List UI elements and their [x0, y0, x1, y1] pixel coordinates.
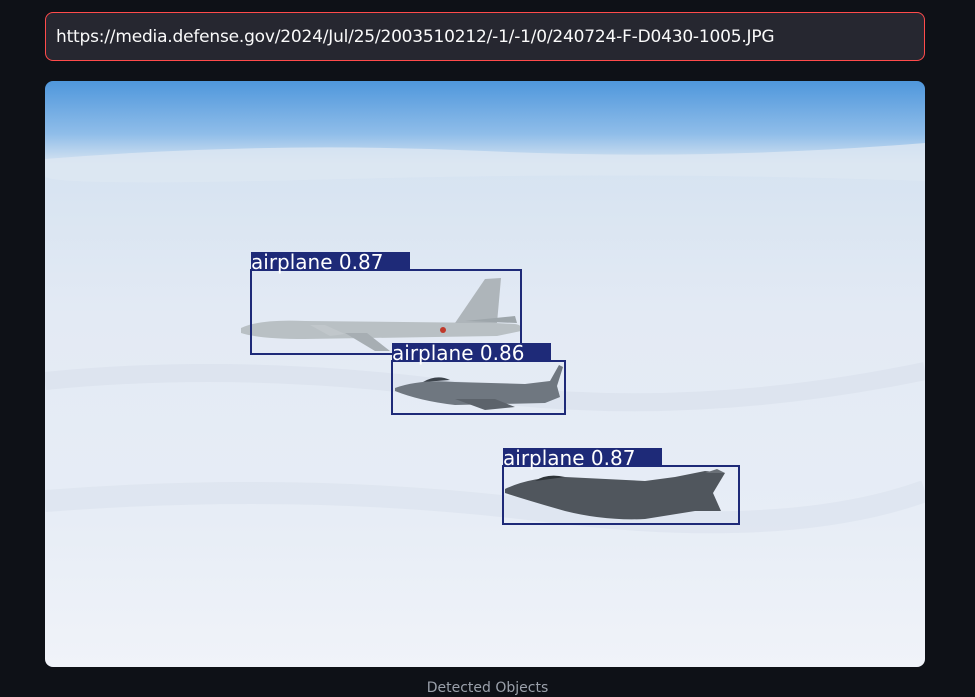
url-input[interactable] — [46, 13, 924, 60]
image-caption: Detected Objects — [426, 680, 549, 696]
annotated-photo: airplane 0.87 airplane 0.86 airplane 0.8… — [45, 81, 925, 667]
url-bar[interactable] — [45, 12, 925, 61]
detection-label: airplane 0.86 — [392, 341, 524, 365]
detection-label: airplane 0.87 — [251, 250, 383, 274]
detection-label: airplane 0.87 — [503, 446, 635, 470]
detection-image: airplane 0.87 airplane 0.86 airplane 0.8… — [45, 81, 925, 667]
